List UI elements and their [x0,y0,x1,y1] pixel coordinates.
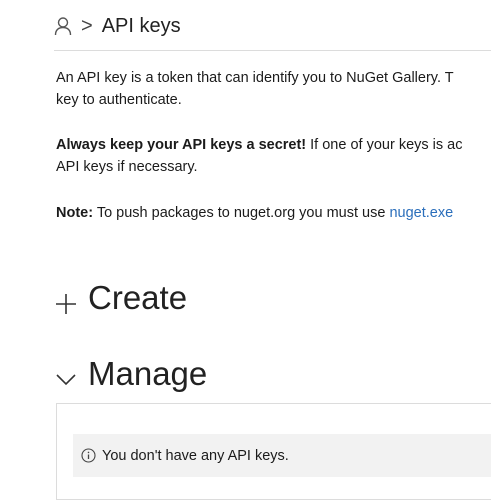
user-icon[interactable] [54,16,72,36]
note-paragraph: Note: To push packages to nuget.org you … [56,202,453,224]
secret-paragraph: Always keep your API keys a secret! If o… [56,134,462,178]
secret-line-2: API keys if necessary. [56,159,198,175]
empty-keys-notice: You don't have any API keys. [73,434,491,477]
note-label: Note: [56,205,94,221]
create-section-header[interactable]: Create [54,279,187,317]
plus-icon [54,286,78,314]
chevron-down-icon [54,362,78,386]
intro-line-2: key to authenticate. [56,92,182,108]
info-icon [81,448,96,463]
intro-paragraph: An API key is a token that can identify … [56,67,454,111]
breadcrumb-separator: > [81,14,93,37]
header-divider [54,50,491,51]
secret-text: If one of your keys is ac [306,137,463,153]
breadcrumb: > API keys [54,12,181,40]
secret-warning: Always keep your API keys a secret! [56,137,307,153]
manage-section-header[interactable]: Manage [54,355,207,393]
note-text: To push packages to nuget.org you must u… [93,205,390,221]
empty-keys-message: You don't have any API keys. [102,447,289,464]
intro-line-1: An API key is a token that can identify … [56,70,454,86]
nuget-exe-link[interactable]: nuget.exe [389,205,453,221]
page-title: API keys [101,14,181,37]
manage-label: Manage [88,355,208,392]
create-label: Create [88,279,188,316]
